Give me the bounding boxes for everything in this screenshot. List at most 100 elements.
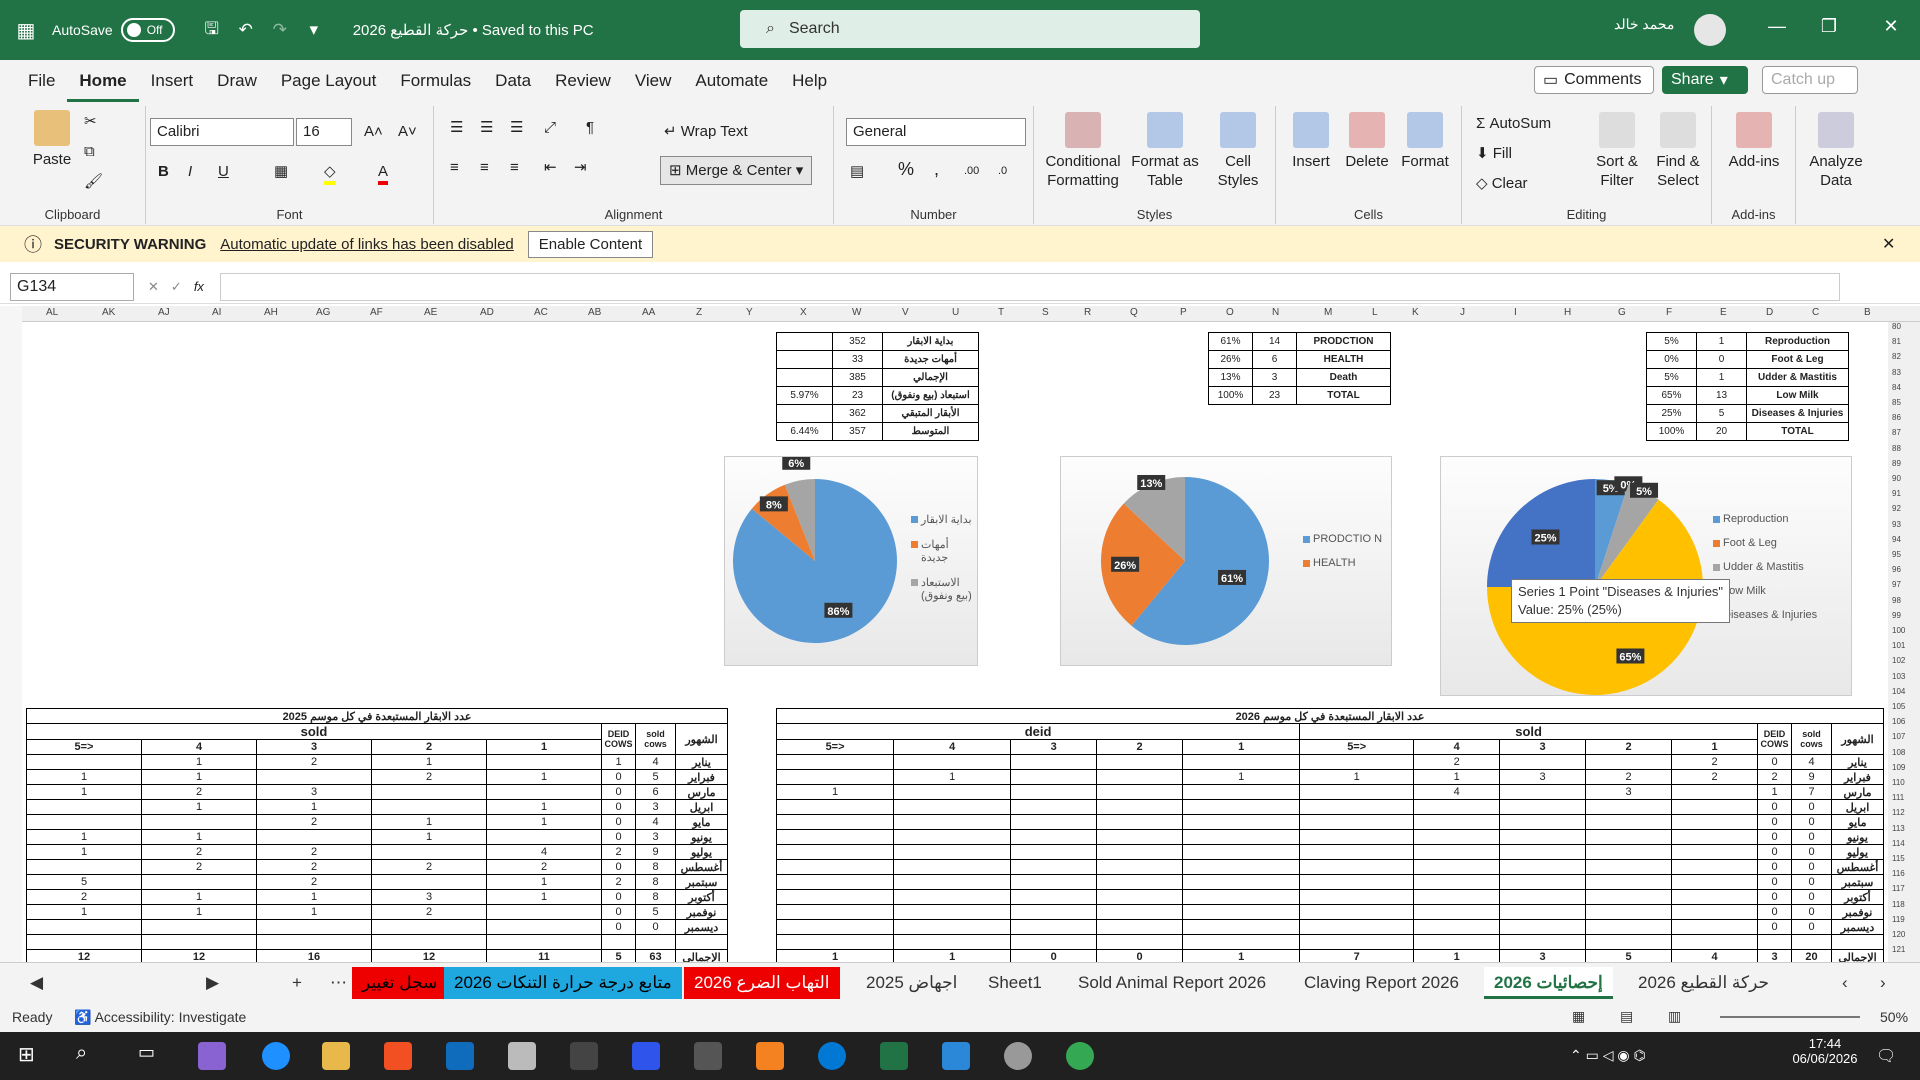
table-cell[interactable]: 1 [1696,332,1747,351]
table-cell[interactable] [775,919,895,935]
table-cell[interactable] [893,889,1012,905]
table-cell[interactable] [1182,814,1301,830]
column-header[interactable]: S [1042,307,1049,318]
clear-button[interactable]: ◇ Clear [1476,174,1528,193]
table-cell[interactable]: 3 [371,889,487,905]
add-ins-button[interactable]: Add-ins [1722,112,1786,171]
table-cell[interactable] [775,874,895,890]
table-cell[interactable] [1499,844,1587,860]
legend-item[interactable]: Diseases & Injuries [1713,609,1849,621]
table-cell[interactable]: 0 [1757,814,1792,830]
table-cell[interactable]: 3 [256,784,372,800]
table-cell[interactable] [371,784,487,800]
table-cell[interactable] [1585,799,1673,815]
table-cell[interactable]: مايو [675,814,728,830]
find-select-button[interactable]: Find & Select [1650,112,1706,190]
table-cell[interactable]: 100% [1646,422,1697,441]
cell-styles-button[interactable]: Cell Styles [1210,112,1266,190]
legend-item[interactable]: HEALTH [1303,557,1383,569]
table-cell[interactable] [1499,784,1587,800]
table-cell[interactable]: 1 [141,799,257,815]
column-header[interactable]: K [1412,307,1419,318]
column-header[interactable]: N [1272,307,1279,318]
table-cell[interactable] [1299,904,1415,920]
settings-icon[interactable] [1004,1042,1032,1070]
fill-color-icon[interactable]: ◇ [324,162,336,185]
format-as-table-button[interactable]: Format as Table [1130,112,1200,190]
table-cell[interactable]: 1 [1696,368,1747,387]
table-cell[interactable]: 2 [256,874,372,890]
table-cell[interactable] [1299,919,1415,935]
scroll-left-icon[interactable]: ◀ [20,967,53,999]
table-cell[interactable]: مايو [1831,814,1884,830]
table-cell[interactable]: 25% [1646,404,1697,423]
borders-icon[interactable]: ▦ [274,162,288,181]
table-cell[interactable]: 1 [1299,769,1415,785]
orientation-icon[interactable]: ⤢ [544,118,556,137]
cut-icon[interactable]: ✂ [84,112,97,131]
table-cell[interactable]: 2 [26,889,142,905]
table-cell[interactable]: 23 [832,386,883,405]
table-cell[interactable] [1096,919,1184,935]
sheet-tab[interactable]: حركة القطيع 2026 [1628,967,1779,999]
table-cell[interactable] [635,934,676,950]
table-cell[interactable] [1413,799,1501,815]
table-cell[interactable] [1010,904,1098,920]
align-left-icon[interactable]: ≡ [450,158,459,177]
column-header[interactable]: R [1084,307,1091,318]
table-cell[interactable] [1671,844,1758,860]
table-cell[interactable] [1096,874,1184,890]
table-cell[interactable]: أكتوبر [1831,889,1884,905]
table-cell[interactable] [141,814,257,830]
font-name-select[interactable]: Calibri [150,118,294,146]
chart-herd[interactable]: 86% 8% 6% بداية الابقار أمهات جديدة الاستبعا… [724,454,978,666]
table-cell[interactable]: 0 [1757,889,1792,905]
row-header[interactable]: 87 [1892,428,1901,437]
user-name[interactable]: محمد خالد [1614,16,1674,33]
table-cell[interactable] [1096,784,1184,800]
table-cell[interactable] [1182,889,1301,905]
column-header[interactable]: AA [642,307,655,318]
tab-draw[interactable]: Draw [205,60,269,102]
row-header[interactable]: 120 [1892,930,1905,939]
table-cell[interactable]: 5 [635,904,676,920]
table-cell[interactable]: 0 [1791,859,1832,875]
table-cell[interactable]: 0 [1757,904,1792,920]
table-cell[interactable] [1010,859,1098,875]
table-cell[interactable] [1671,784,1758,800]
table-cell[interactable] [486,934,602,950]
accessibility-status[interactable]: ♿ Accessibility: Investigate [74,1009,246,1026]
table-cell[interactable] [1182,919,1301,935]
table-cell[interactable] [776,404,833,423]
table-cell[interactable]: 0 [601,859,636,875]
table-cell[interactable] [1671,829,1758,845]
insert-cells-button[interactable]: Insert [1286,112,1336,171]
table-cell[interactable]: 2 [371,769,487,785]
table-cell[interactable]: فبراير [1831,769,1884,785]
table-cell[interactable]: 5.97% [776,386,833,405]
column-header[interactable]: T [998,307,1004,318]
close-warning-icon[interactable]: ✕ [1882,234,1895,254]
table-cell[interactable]: 100% [1208,386,1253,405]
security-message-link[interactable]: Automatic update of links has been disab… [220,236,514,253]
table-cell[interactable] [775,769,895,785]
table-cell[interactable] [1671,874,1758,890]
table-cell[interactable] [26,814,142,830]
table-cell[interactable] [371,799,487,815]
table-cell[interactable]: 0 [1757,919,1792,935]
table-cell[interactable]: 2 [1757,769,1792,785]
table-cell[interactable]: 3 [1585,784,1673,800]
table-cell[interactable]: 2 [1413,754,1501,770]
table-cell[interactable]: 0 [1791,919,1832,935]
table-cell[interactable]: 0 [601,904,636,920]
table-cell[interactable]: فبراير [675,769,728,785]
table-cell[interactable]: 3 [1252,368,1297,387]
table-cell[interactable] [1671,934,1758,950]
table-cell[interactable]: يناير [1831,754,1884,770]
table-cell[interactable] [893,874,1012,890]
table-cell[interactable]: 1 [371,829,487,845]
tray-icons[interactable]: ⌃ ▭ ◁ ◉ ⌬ [1570,1047,1646,1064]
table-cell[interactable]: 9 [635,844,676,860]
table-cell[interactable]: 13% [1208,368,1253,387]
file-explorer-icon[interactable] [322,1042,350,1070]
